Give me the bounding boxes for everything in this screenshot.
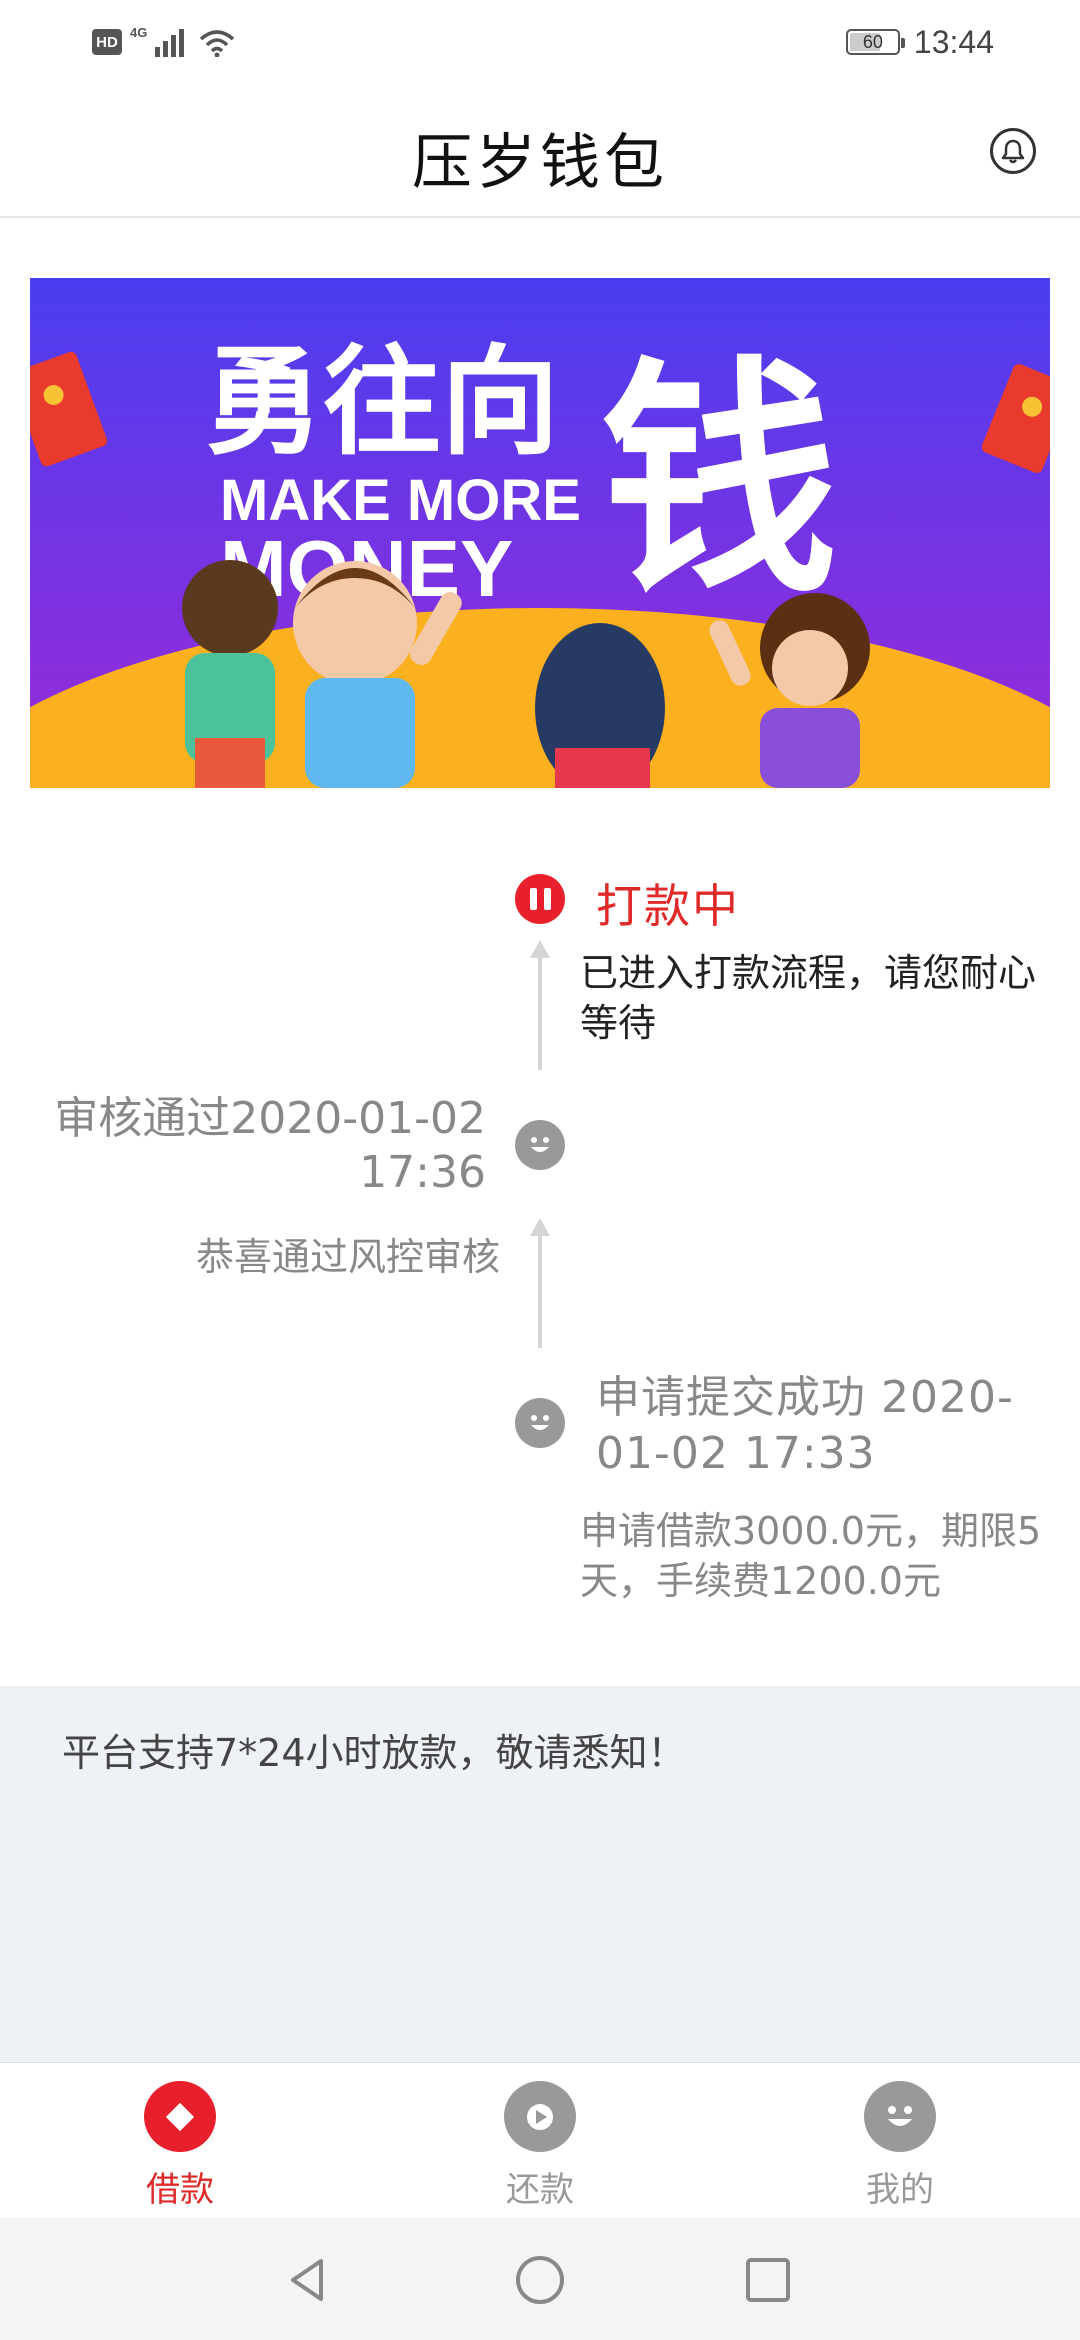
child-figure-1	[182, 560, 278, 788]
profile-icon	[864, 2081, 936, 2152]
promo-banner[interactable]: 勇往向 钱 MAKE MORE MONEY	[30, 278, 1050, 788]
recents-button[interactable]	[738, 2250, 798, 2310]
status-pending-icon	[515, 874, 565, 924]
step-desc-approved: 恭喜通过风控审核	[195, 1235, 500, 1279]
timeline-connector	[530, 1218, 550, 1348]
hd-icon: HD	[92, 29, 122, 55]
tab-label: 我的	[866, 2170, 934, 2210]
home-circle-icon	[516, 2256, 564, 2304]
bottom-tab-bar: 借款 还款 我的	[0, 2062, 1080, 2218]
tab-repay[interactable]: 还款	[440, 2081, 640, 2211]
smile-icon	[515, 1120, 565, 1170]
status-left: HD 4G	[92, 24, 237, 60]
notification-button[interactable]	[990, 128, 1036, 174]
system-nav-bar	[0, 2218, 1080, 2340]
page-title: 压岁钱包	[412, 128, 668, 198]
banner-big-char: 钱	[601, 336, 838, 627]
smile-icon	[515, 1398, 565, 1448]
repay-icon	[504, 2081, 576, 2152]
app-header: 压岁钱包	[0, 84, 1080, 218]
notice-text: 平台支持7*24小时放款，敬请悉知！	[62, 1731, 686, 1775]
child-figure-3	[535, 623, 665, 788]
status-bar: HD 4G 60 13:44	[0, 0, 1080, 84]
step-title-approved: 审核通过2020-01-02 17:36	[54, 1093, 486, 1198]
tab-borrow[interactable]: 借款	[80, 2081, 280, 2211]
clock: 13:44	[913, 23, 994, 60]
borrow-icon	[144, 2081, 216, 2152]
step-title-paying: 打款中	[596, 879, 740, 933]
tab-label: 借款	[146, 2170, 214, 2210]
notice-panel: 平台支持7*24小时放款，敬请悉知！	[0, 1686, 1080, 2062]
step-desc-paying: 已进入打款流程，请您耐心等待	[580, 951, 1037, 1045]
wifi-icon	[200, 30, 235, 57]
network-type: 4G	[130, 24, 148, 40]
bell-icon	[1001, 139, 1025, 164]
loan-progress-timeline: 打款中 已进入打款流程，请您耐心等待 审核通过2020-01-02 17:36 …	[0, 830, 1080, 1690]
tab-profile[interactable]: 我的	[800, 2081, 1000, 2211]
tab-label: 还款	[506, 2170, 574, 2210]
signal-icon	[155, 29, 185, 57]
battery-icon: 60	[845, 29, 905, 55]
back-button[interactable]	[278, 2250, 338, 2310]
recents-square-icon	[746, 2258, 790, 2302]
step-desc-submitted: 申请借款3000.0元，期限5天，手续费1200.0元	[580, 1509, 1042, 1603]
back-triangle-icon	[291, 2259, 323, 2301]
status-right: 60 13:44	[845, 22, 994, 62]
step-title-submitted: 申请提交成功 2020-01-02 17:33	[596, 1372, 1014, 1479]
home-button[interactable]	[510, 2250, 570, 2310]
banner-illustration: 勇往向 钱 MAKE MORE MONEY	[30, 278, 1050, 788]
banner-headline: 勇往向	[205, 333, 559, 471]
timeline-connector	[530, 940, 550, 1070]
battery-level: 60	[862, 31, 883, 52]
